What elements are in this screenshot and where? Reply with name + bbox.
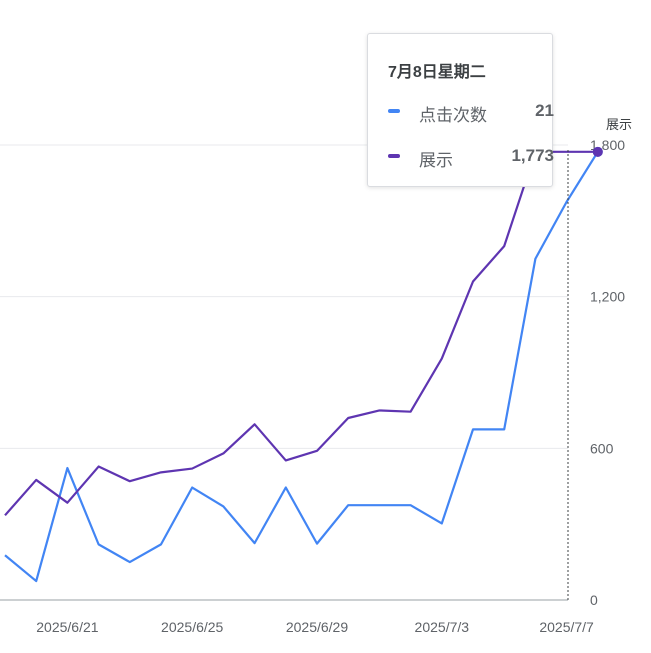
x-tick-label: 2025/7/3 bbox=[415, 619, 470, 635]
impressions-swatch bbox=[388, 154, 400, 158]
gridlines bbox=[0, 144, 568, 449]
tooltip-row-clicks: 点击次数 21 bbox=[388, 101, 554, 125]
tooltip: 7月8日星期二 点击次数 21 展示 1,773 bbox=[367, 33, 554, 187]
clicks-label: 点击次数 bbox=[419, 106, 487, 125]
y-tick-label: 600 bbox=[590, 440, 614, 456]
y-axis-title: 展示 bbox=[606, 117, 632, 132]
series-line-1 bbox=[4, 150, 598, 517]
x-tick-label: 2025/6/29 bbox=[286, 619, 348, 635]
clicks-swatch bbox=[388, 109, 400, 113]
x-tick-label: 2025/6/21 bbox=[36, 619, 98, 635]
y-axis-right: 06001,2001,800 bbox=[590, 137, 625, 608]
data-point-1 bbox=[592, 146, 603, 157]
series-line-0 bbox=[4, 151, 599, 583]
tooltip-row-impressions: 展示 1,773 bbox=[388, 146, 554, 170]
x-axis: 2025/6/21 2025/6/25 2025/6/29 2025/7/3 2025/… bbox=[0, 599, 594, 635]
y-tick-label: 0 bbox=[590, 592, 598, 608]
points-layer bbox=[592, 146, 603, 157]
impressions-value: 1,773 bbox=[511, 146, 554, 165]
clicks-value: 21 bbox=[535, 101, 554, 120]
x-tick-label: 2025/7/7 bbox=[539, 619, 594, 635]
tooltip-title: 7月8日星期二 bbox=[388, 64, 486, 81]
x-tick-label: 2025/6/25 bbox=[161, 619, 223, 635]
series-layer bbox=[4, 150, 599, 583]
line-chart: 2025/6/21 2025/6/25 2025/6/29 2025/7/3 2025/… bbox=[0, 117, 632, 635]
impressions-label: 展示 bbox=[419, 151, 453, 170]
y-tick-label: 1,200 bbox=[590, 289, 625, 305]
